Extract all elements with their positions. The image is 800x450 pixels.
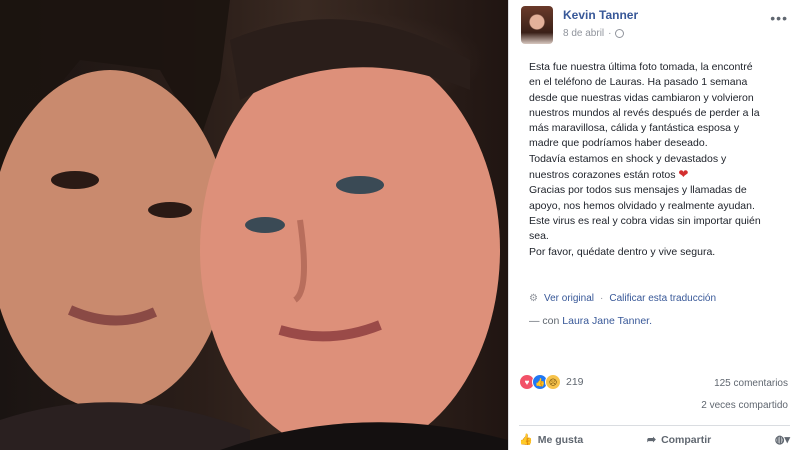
shares-count[interactable]: 2 veces compartido: [701, 400, 788, 411]
avatar[interactable]: [521, 6, 553, 44]
rate-translation-link[interactable]: Calificar esta traducción: [609, 293, 716, 304]
post-text: Esta fue nuestra última foto tomada, la …: [529, 60, 777, 260]
action-bar: 👍 Me gusta ➦ Compartir ◍▾: [519, 433, 790, 447]
post-card: Kevin Tanner 8 de abril · ••• Esta fue n…: [508, 0, 800, 450]
post-text-part1: Esta fue nuestra última foto tomada, la …: [529, 61, 760, 182]
post-meta: 8 de abril ·: [563, 28, 625, 39]
photo-faces-illustration: [0, 0, 508, 450]
audience-selector[interactable]: ◍▾: [775, 433, 790, 446]
view-original-link[interactable]: Ver original: [544, 293, 594, 304]
post-date[interactable]: 8 de abril: [563, 28, 604, 39]
with-prefix: — con: [529, 315, 560, 327]
sad-reaction-icon: ☹: [545, 374, 561, 390]
divider: [519, 425, 790, 426]
heart-icon: ❤: [678, 167, 689, 182]
like-button[interactable]: 👍 Me gusta: [519, 433, 584, 447]
post-header: Kevin Tanner 8 de abril · •••: [521, 6, 790, 46]
reaction-count[interactable]: 219: [566, 376, 584, 388]
tagged-person-link[interactable]: Laura Jane Tanner.: [562, 315, 652, 327]
separator-dot: ·: [600, 293, 604, 304]
tagged-with: — con Laura Jane Tanner.: [529, 315, 652, 327]
comments-count[interactable]: 125 comentarios: [714, 378, 788, 389]
share-label: Compartir: [661, 433, 712, 446]
translation-row: ⚙ Ver original · Calificar esta traducci…: [529, 293, 716, 304]
share-button[interactable]: ➦ Compartir: [646, 433, 712, 447]
author-name[interactable]: Kevin Tanner: [563, 8, 638, 22]
globe-dropdown-icon: ◍▾: [774, 434, 790, 446]
post-text-part2: Gracias por todos sus mensajes y llamada…: [529, 184, 761, 258]
share-arrow-icon: ➦: [646, 434, 657, 446]
globe-icon: [615, 29, 625, 38]
more-options-button[interactable]: •••: [770, 10, 788, 26]
settings-icon[interactable]: ⚙: [529, 293, 538, 304]
thumbs-up-icon: 👍: [519, 434, 533, 446]
separator-dot: ·: [608, 28, 612, 39]
reactions-summary[interactable]: ♥ 👍 ☹ 219: [519, 374, 584, 390]
like-label: Me gusta: [537, 433, 584, 446]
post-photo[interactable]: [0, 0, 508, 450]
